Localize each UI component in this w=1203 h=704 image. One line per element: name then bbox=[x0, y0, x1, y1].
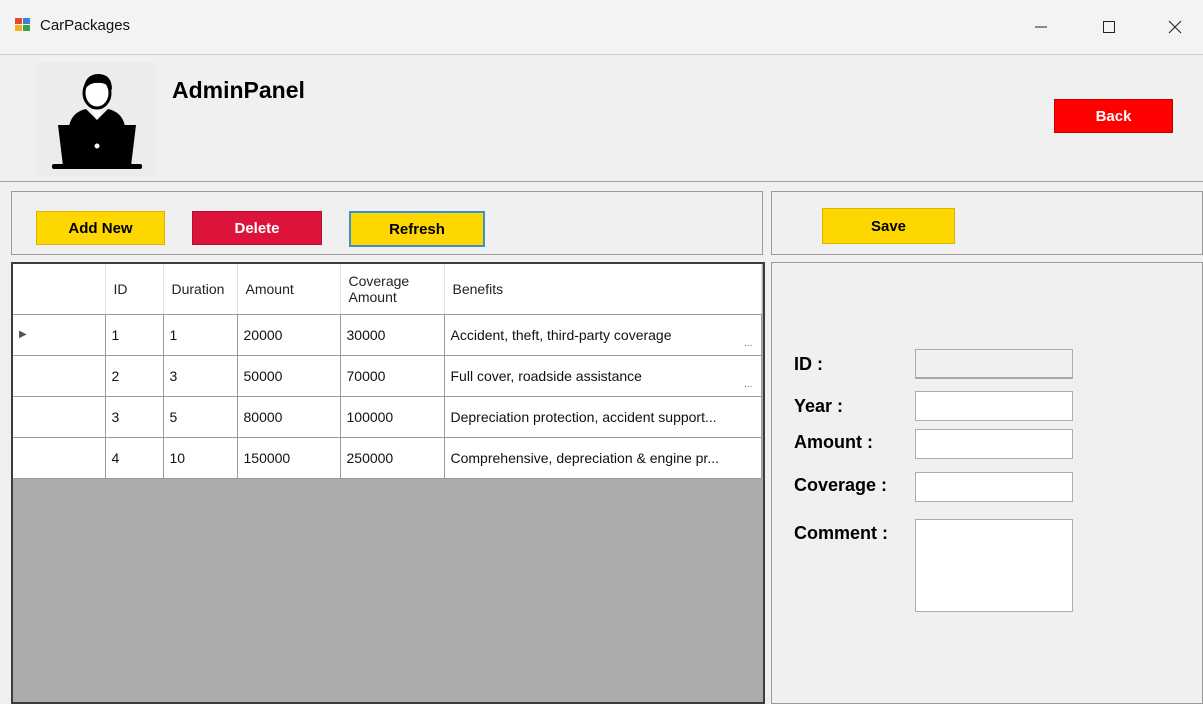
cell-text: 250000 bbox=[346, 449, 394, 466]
cell-amount[interactable]: 150000 bbox=[237, 437, 341, 479]
delete-button[interactable]: Delete bbox=[192, 211, 322, 245]
cell-id[interactable]: 1 bbox=[105, 314, 164, 356]
id-label: ID : bbox=[794, 354, 823, 374]
coverage-field[interactable] bbox=[915, 472, 1073, 502]
cell-duration[interactable]: 3 bbox=[163, 355, 238, 397]
column-header-id[interactable]: ID bbox=[105, 264, 164, 315]
cell-benefits[interactable]: Full cover, roadside assistance... bbox=[444, 355, 762, 397]
page-title: AdminPanel bbox=[172, 77, 305, 103]
back-button[interactable]: Back bbox=[1054, 99, 1173, 133]
cell-duration[interactable]: 1 bbox=[163, 314, 238, 356]
row-header[interactable]: ▶ bbox=[13, 314, 106, 356]
save-button[interactable]: Save bbox=[822, 208, 955, 244]
close-button[interactable] bbox=[1146, 0, 1203, 54]
minimize-button[interactable] bbox=[1012, 0, 1070, 54]
row-header[interactable] bbox=[13, 355, 106, 397]
column-header-amount[interactable]: Amount bbox=[237, 264, 341, 315]
cell-coverage[interactable]: 70000 bbox=[340, 355, 445, 397]
cell-text: 80000 bbox=[243, 408, 283, 425]
cell-id[interactable]: 4 bbox=[105, 437, 164, 479]
maximize-icon bbox=[1103, 21, 1115, 33]
year-field[interactable] bbox=[915, 391, 1073, 421]
table-row[interactable]: 2 3 50000 70000 Full cover, roadside assista… bbox=[13, 355, 762, 397]
cell-text: 3 bbox=[169, 367, 178, 384]
column-header-benefits[interactable]: Benefits bbox=[444, 264, 762, 315]
maximize-button[interactable] bbox=[1080, 0, 1138, 54]
window-title: CarPackages bbox=[40, 17, 131, 34]
cell-text: 70000 bbox=[346, 367, 386, 384]
cell-amount[interactable]: 50000 bbox=[237, 355, 341, 397]
minimize-icon bbox=[1035, 26, 1047, 28]
cell-text: 1 bbox=[169, 326, 178, 343]
admin-avatar bbox=[36, 62, 156, 176]
header-panel bbox=[0, 55, 1203, 182]
comment-label: Comment : bbox=[794, 523, 888, 543]
amount-label: Amount : bbox=[794, 432, 873, 452]
cell-amount[interactable]: 20000 bbox=[237, 314, 341, 356]
cell-overflow-icon: ... bbox=[744, 337, 753, 349]
cell-text: Full cover, roadside assistance bbox=[450, 367, 642, 384]
cell-coverage[interactable]: 100000 bbox=[340, 396, 445, 438]
cell-text: 4 bbox=[111, 449, 120, 466]
current-row-indicator-icon: ▶ bbox=[19, 329, 27, 340]
table-row[interactable]: 4 10 150000 250000 Comprehensive, depreciati… bbox=[13, 437, 762, 479]
admin-laptop-icon bbox=[52, 74, 142, 169]
cell-benefits[interactable]: Accident, theft, third-party coverage... bbox=[444, 314, 762, 356]
table-row[interactable]: ▶ 1 1 20000 30000 Accident, theft, third-part… bbox=[13, 314, 762, 356]
coverage-label: Coverage : bbox=[794, 475, 888, 495]
cell-text: 30000 bbox=[346, 326, 386, 343]
cell-coverage[interactable]: 250000 bbox=[340, 437, 445, 479]
cell-text: Comprehensive, depreciation & engine pr.… bbox=[450, 449, 720, 466]
cell-duration[interactable]: 10 bbox=[163, 437, 238, 479]
cell-id[interactable]: 3 bbox=[105, 396, 164, 438]
cell-overflow-icon: ... bbox=[744, 378, 753, 390]
cell-text: 50000 bbox=[243, 367, 283, 384]
cell-benefits[interactable]: Comprehensive, depreciation & engine pr.… bbox=[444, 437, 762, 479]
cell-text: 2 bbox=[111, 367, 120, 384]
app-icon bbox=[15, 18, 30, 31]
cell-text: 100000 bbox=[346, 408, 394, 425]
close-icon bbox=[1168, 20, 1182, 34]
row-header-corner[interactable] bbox=[13, 264, 106, 315]
table-row[interactable]: 3 5 80000 100000 Depreciation protection, ac… bbox=[13, 396, 762, 438]
cell-benefits[interactable]: Depreciation protection, accident suppor… bbox=[444, 396, 762, 438]
id-field[interactable] bbox=[915, 349, 1073, 379]
grid-header-row: ID Duration Amount Coverage Amount Benef… bbox=[13, 264, 762, 315]
column-header-duration[interactable]: Duration bbox=[163, 264, 238, 315]
cell-text: Accident, theft, third-party coverage bbox=[450, 326, 672, 343]
cell-text: 20000 bbox=[243, 326, 283, 343]
cell-text: Depreciation protection, accident suppor… bbox=[450, 408, 717, 425]
add-new-button[interactable]: Add New bbox=[36, 211, 165, 245]
year-label: Year : bbox=[794, 396, 844, 416]
cell-text: 3 bbox=[111, 408, 120, 425]
row-header[interactable] bbox=[13, 437, 106, 479]
amount-field[interactable] bbox=[915, 429, 1073, 459]
cell-text: 10 bbox=[169, 449, 186, 466]
cell-duration[interactable]: 5 bbox=[163, 396, 238, 438]
refresh-button[interactable]: Refresh bbox=[349, 211, 485, 247]
row-header[interactable] bbox=[13, 396, 106, 438]
comment-field[interactable] bbox=[915, 519, 1073, 612]
cell-text: 5 bbox=[169, 408, 178, 425]
packages-grid[interactable]: ID Duration Amount Coverage Amount Benef… bbox=[11, 262, 765, 704]
cell-text: 150000 bbox=[243, 449, 291, 466]
cell-text: 1 bbox=[111, 326, 120, 343]
cell-coverage[interactable]: 30000 bbox=[340, 314, 445, 356]
cell-amount[interactable]: 80000 bbox=[237, 396, 341, 438]
column-header-coverage-amount[interactable]: Coverage Amount bbox=[340, 264, 445, 315]
packages-table: ID Duration Amount Coverage Amount Benef… bbox=[13, 264, 762, 479]
cell-id[interactable]: 2 bbox=[105, 355, 164, 397]
